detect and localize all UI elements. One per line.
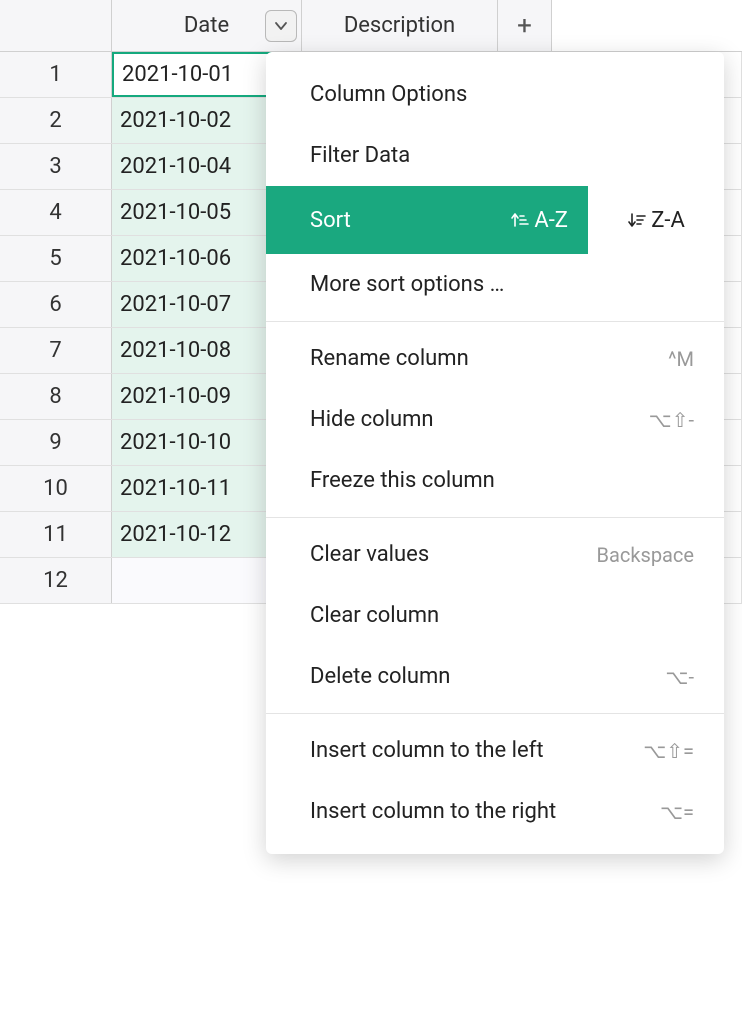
column-header-row: Date Description + — [0, 0, 742, 52]
menu-sort-az[interactable]: Sort A-Z — [266, 186, 588, 254]
menu-sort-za[interactable]: Z-A — [588, 186, 724, 254]
menu-item-label: Insert column to the left — [310, 738, 544, 763]
row-header[interactable]: 2 — [0, 98, 112, 143]
menu-item-label: Clear column — [310, 603, 439, 628]
menu-shortcut: ⌥⇧= — [643, 739, 694, 763]
menu-item-label: Clear values — [310, 542, 429, 567]
menu-divider — [266, 713, 724, 714]
menu-clear-column[interactable]: Clear column — [266, 585, 724, 646]
row-header[interactable]: 3 — [0, 144, 112, 189]
menu-divider — [266, 321, 724, 322]
row-header[interactable]: 4 — [0, 190, 112, 235]
menu-item-label: Sort — [310, 208, 351, 233]
row-header[interactable]: 8 — [0, 374, 112, 419]
column-header-date[interactable]: Date — [112, 0, 302, 51]
menu-rename-column[interactable]: Rename column ^M — [266, 328, 724, 389]
sort-ascending-icon — [510, 210, 530, 230]
row-header[interactable]: 5 — [0, 236, 112, 281]
column-dropdown-trigger[interactable] — [265, 10, 297, 42]
menu-shortcut: ⌥= — [660, 800, 694, 824]
menu-item-label: Delete column — [310, 664, 450, 689]
column-header-description[interactable]: Description — [302, 0, 498, 51]
menu-divider — [266, 517, 724, 518]
add-column-button[interactable]: + — [498, 0, 552, 51]
menu-item-label: More sort options … — [310, 272, 504, 297]
sort-az-indicator: A-Z — [510, 208, 568, 233]
corner-cell[interactable] — [0, 0, 112, 51]
column-context-menu: Column Options Filter Data Sort A-Z — [266, 52, 724, 854]
menu-column-options[interactable]: Column Options — [266, 64, 724, 125]
menu-shortcut: ⌥- — [665, 665, 694, 689]
menu-more-sort[interactable]: More sort options … — [266, 254, 724, 315]
row-header[interactable]: 10 — [0, 466, 112, 511]
menu-item-label: Insert column to the right — [310, 799, 556, 824]
menu-insert-right[interactable]: Insert column to the right ⌥= — [266, 781, 724, 842]
row-header[interactable]: 11 — [0, 512, 112, 557]
menu-clear-values[interactable]: Clear values Backspace — [266, 524, 724, 585]
row-header[interactable]: 1 — [0, 52, 112, 97]
menu-item-label: Hide column — [310, 407, 434, 432]
menu-freeze-column[interactable]: Freeze this column — [266, 450, 724, 511]
sort-descending-icon — [627, 210, 647, 230]
menu-insert-left[interactable]: Insert column to the left ⌥⇧= — [266, 720, 724, 781]
column-header-label: Date — [184, 13, 229, 38]
row-header[interactable]: 12 — [0, 558, 112, 603]
menu-delete-column[interactable]: Delete column ⌥- — [266, 646, 724, 707]
spreadsheet: Date Description + 12021-10-0122021-10-0… — [0, 0, 742, 604]
menu-item-label: Filter Data — [310, 143, 410, 168]
row-header[interactable]: 9 — [0, 420, 112, 465]
menu-filter-data[interactable]: Filter Data — [266, 125, 724, 186]
chevron-down-icon — [274, 19, 288, 33]
row-header[interactable]: 7 — [0, 328, 112, 373]
plus-icon: + — [517, 11, 532, 41]
menu-item-label: Rename column — [310, 346, 469, 371]
menu-item-label: Column Options — [310, 82, 467, 107]
menu-item-label: Freeze this column — [310, 468, 495, 493]
menu-shortcut: Backspace — [597, 543, 694, 567]
menu-shortcut: ⌥⇧- — [649, 408, 694, 432]
menu-sort-row: Sort A-Z Z-A — [266, 186, 724, 254]
menu-hide-column[interactable]: Hide column ⌥⇧- — [266, 389, 724, 450]
menu-shortcut: ^M — [668, 347, 694, 371]
column-header-label: Description — [344, 13, 455, 38]
row-header[interactable]: 6 — [0, 282, 112, 327]
